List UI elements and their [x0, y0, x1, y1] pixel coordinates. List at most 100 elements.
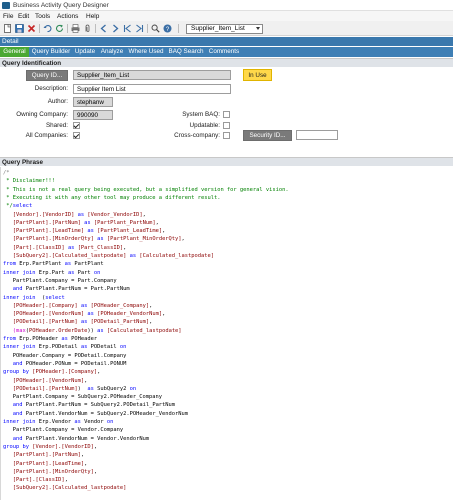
code-token: , [84, 460, 88, 467]
security-id-field[interactable] [296, 130, 338, 140]
code-token: /* [3, 170, 10, 176]
query-select-value: Supplier_Item_List [191, 24, 245, 32]
new-icon[interactable] [3, 24, 12, 33]
code-token: , [84, 377, 88, 384]
code-token: on [106, 419, 114, 425]
tab-update[interactable]: Update [72, 47, 98, 57]
tab-analyze[interactable]: Analyze [98, 47, 126, 57]
last-record-icon[interactable] [135, 24, 144, 33]
code-token: , [142, 211, 146, 218]
code-token: POHeader [67, 336, 98, 342]
code-line: [SubQuery2].[Calculated_lastpodate] as [… [3, 252, 214, 260]
tab-baq-search[interactable]: BAQ Search [166, 47, 206, 57]
tab-bar: General Query Builder Update Analyze Whe… [0, 47, 453, 57]
security-id-button[interactable]: Security ID... [243, 130, 292, 141]
code-token: * Executing it with any other tool may p… [3, 194, 221, 201]
all-companies-checkbox[interactable] [73, 132, 80, 139]
first-record-icon[interactable] [123, 24, 132, 33]
code-line: [POHeader].[Company] as [POHeader_Compan… [3, 302, 153, 310]
help-icon[interactable]: ? [163, 24, 172, 33]
shared-label: Shared: [45, 122, 68, 129]
code-token: [POHeader].[Company] [12, 302, 78, 309]
tab-query-builder[interactable]: Query Builder [30, 47, 72, 57]
code-token: Vendor [80, 419, 107, 425]
code-token: , [64, 477, 68, 484]
system-baq-checkbox[interactable] [223, 111, 230, 118]
code-token: PartPlant.Company = SubQuery2.POHeader_C… [3, 394, 163, 401]
code-line: * This is not a real query being execute… [3, 186, 288, 194]
menu-edit[interactable]: Edit [18, 13, 29, 20]
toolbar-separator [67, 24, 68, 33]
code-line: inner join Erp.PODetail as PODetail on [3, 343, 126, 351]
delete-icon[interactable] [27, 24, 36, 33]
menu-file[interactable]: File [3, 13, 13, 20]
author-field: stephanw [73, 97, 113, 107]
code-line: [SubQuery2].[Calculated_lastpodate] [3, 484, 127, 492]
forward-icon[interactable] [111, 24, 120, 33]
section-title: Query Identification [2, 60, 62, 67]
tab-where-used[interactable]: Where Used [126, 47, 166, 57]
code-token: Erp.PartPlant [15, 261, 65, 268]
code-token: PartPlant.Company = Vendor.Company [3, 427, 124, 434]
code-token: [PartPlant_MinOrderQty] [106, 236, 182, 243]
code-token: and [12, 360, 23, 367]
code-token: , [155, 219, 159, 226]
code-token: PartPlant.PartNum = SubQuery2.PODetail_P… [22, 402, 176, 409]
code-token: Part [74, 269, 94, 276]
save-icon[interactable] [15, 24, 24, 33]
query-phrase-editor[interactable]: /* * Disclaimer!!! * This is not a real … [0, 167, 453, 500]
code-line: [PartPlant].[LeadTime] as [PartPlant_Lea… [3, 227, 166, 235]
code-token: , [93, 443, 98, 450]
code-token: ( [35, 294, 46, 301]
print-icon[interactable] [71, 24, 80, 33]
code-token: on [93, 269, 101, 276]
code-token: [Part_ClassID] [77, 244, 124, 251]
code-line: from Erp.POHeader as POHeader [3, 335, 97, 343]
menu-actions[interactable]: Actions [57, 13, 78, 20]
code-token: group by [3, 369, 29, 376]
code-token: [PartPlant].[PartNum] [12, 219, 81, 226]
code-line: and PartPlant.VendorNum = Vendor.VendorN… [3, 435, 149, 443]
description-field[interactable]: Supplier Item List [73, 84, 231, 94]
code-token: [PartPlant_LeadTime] [97, 228, 163, 235]
window-title: Business Activity Query Designer [13, 2, 109, 9]
code-line: and PartPlant.PartNum = Part.PartNum [3, 285, 130, 293]
updatable-checkbox[interactable] [223, 122, 230, 129]
tab-comments[interactable]: Comments [206, 47, 242, 57]
menu-tools[interactable]: Tools [35, 13, 50, 20]
undo-icon[interactable] [43, 24, 52, 33]
tab-general[interactable]: General [0, 47, 29, 57]
code-token: [PartPlant_PartNum] [93, 219, 156, 226]
code-token: [POHeader].[VendorNum] [12, 311, 85, 318]
toolbar: ? Supplier_Item_List [0, 21, 453, 36]
query-select[interactable]: Supplier_Item_List [186, 23, 263, 34]
code-token: POHeader.Company = PODetail.Company [3, 352, 127, 359]
code-token: inner join [3, 344, 36, 351]
refresh-icon[interactable] [55, 24, 64, 33]
menu-bar: File Edit Tools Actions Help [0, 11, 453, 21]
code-line: [PODetail].[PartNum] as [PODetail_PartNu… [3, 318, 153, 326]
menu-help[interactable]: Help [86, 13, 99, 20]
code-token: from [3, 336, 16, 342]
query-phrase-header: Query Phrase [0, 157, 453, 166]
toolbar-separator [178, 24, 179, 33]
code-token: [PartPlant].[MinOrderQty] [12, 468, 94, 475]
search-icon[interactable] [151, 24, 160, 33]
code-token: and [12, 435, 23, 442]
cross-company-checkbox[interactable] [223, 132, 230, 139]
code-token: , [97, 369, 101, 376]
back-icon[interactable] [99, 24, 108, 33]
code-token: [Calculated_lastpodate] [139, 253, 214, 259]
query-id-button[interactable]: Query ID... [26, 70, 68, 81]
code-token: [PODetail].[PartNum] [12, 319, 78, 326]
attach-icon[interactable] [83, 24, 92, 33]
code-token: Erp.Vendor [35, 419, 75, 425]
shared-checkbox[interactable] [73, 122, 80, 129]
